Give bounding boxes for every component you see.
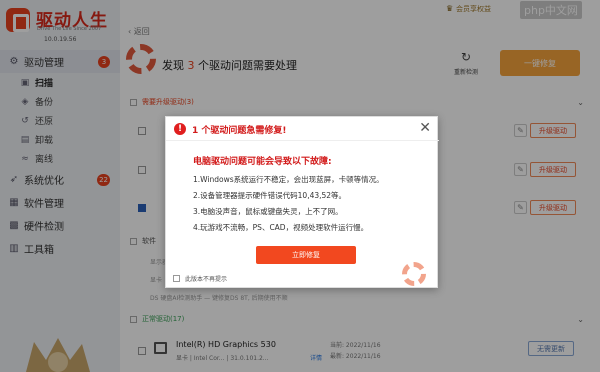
no-remind-label: 此版本不再提示 [185,276,228,283]
list-item: 4.玩游戏不流畅，PS、CAD，视频处理软件运行慢。 [193,223,369,232]
dialog-subtitle: 电脑驱动问题可能会导致以下故障: [193,157,332,167]
no-remind-checkbox[interactable]: 此版本不再提示 [173,274,227,283]
fix-now-button[interactable]: 立即修复 [256,246,356,264]
driver-problem-dialog: ! 1 个驱动问题急需修复! ✕ 电脑驱动问题可能会导致以下故障: 1.Wind… [165,116,439,288]
warning-icon: ! [174,123,186,135]
checkbox-box[interactable] [173,275,180,282]
dialog-title: 1 个驱动问题急需修复! [192,126,287,136]
list-item: 1.Windows系统运行不稳定，会出现蓝屏，卡顿等情况。 [193,175,384,184]
list-item: 3.电脑没声音，鼠标或键盘失灵，上不了网。 [193,207,343,216]
problem-list: 1.Windows系统运行不稳定，会出现蓝屏，卡顿等情况。 2.设备管理器提示硬… [193,174,384,238]
gear-icon [402,262,426,286]
dialog-header: ! 1 个驱动问题急需修复! ✕ [166,117,439,141]
app-window: 驱动人生 Drive The Life Since 2007 10.0.19.5… [0,0,600,372]
list-item: 2.设备管理器提示硬件错误代码10,43,52等。 [193,191,347,200]
close-icon[interactable]: ✕ [419,120,431,136]
